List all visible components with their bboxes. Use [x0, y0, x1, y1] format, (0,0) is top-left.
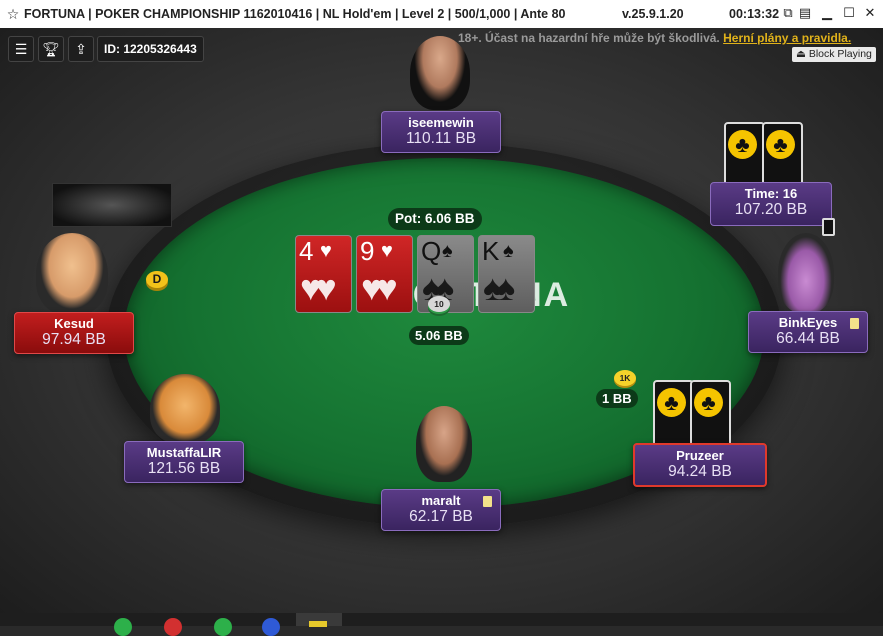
- maximize-icon[interactable]: ☐: [840, 4, 858, 22]
- empty-seat[interactable]: [52, 183, 172, 227]
- player-stack: 94.24 BB: [668, 463, 732, 480]
- action-icon[interactable]: [164, 618, 182, 636]
- card-rank: Q: [421, 236, 442, 266]
- card-suit-icon: ♠: [503, 240, 514, 262]
- pot-label: Pot: 6.06 BB: [388, 208, 482, 230]
- window-title-bar: ☆ FORTUNA | POKER CHAMPIONSHIP 116201041…: [0, 0, 883, 28]
- hole-card-back: ♣: [724, 122, 765, 189]
- player-plate-mustaffalir[interactable]: MustaffaLIR 121.56 BB: [124, 441, 244, 483]
- mobile-icon: [822, 218, 835, 236]
- player-stack: 121.56 BB: [147, 460, 221, 477]
- player-name: MustaffaLIR: [146, 445, 222, 460]
- avatar-mustaffalir: [150, 374, 220, 444]
- bet-chip-pruzeer: 1K: [614, 370, 636, 386]
- player-stack: 110.11 BB: [405, 130, 477, 147]
- board-card: K ♠ ♠♠: [478, 235, 535, 313]
- player-plate-maralt[interactable]: maralt 62.17 BB: [381, 489, 501, 531]
- version-label: v.25.9.1.20: [622, 7, 684, 21]
- card-suit-icon: ♠: [442, 240, 453, 262]
- menu-icon[interactable]: ☰: [8, 36, 34, 62]
- player-stack: 107.20 BB: [734, 201, 808, 218]
- card-suit-icon: ♥♥: [361, 267, 398, 308]
- restore-icon[interactable]: ⧉: [779, 4, 797, 22]
- player-plate-binkeyes[interactable]: BinkEyes 66.44 BB: [748, 311, 868, 353]
- gambling-notice: 18+. Účast na hazardní hře může být škod…: [458, 31, 851, 45]
- avatar-binkeyes: [778, 233, 834, 313]
- pot-chip: 10: [428, 296, 450, 312]
- player-name: Pruzeer: [676, 448, 724, 463]
- lobby-icon[interactable]: ⇪: [68, 36, 94, 62]
- player-plate-top-right[interactable]: Time: 16 107.20 BB: [710, 182, 832, 226]
- clock-label: 00:13:32: [729, 7, 780, 21]
- table-id: ID: 12205326443: [97, 36, 204, 62]
- player-plate-pruzeer[interactable]: Pruzeer 94.24 BB: [633, 443, 767, 487]
- card-rank: 4: [299, 236, 314, 266]
- card-suit-icon: ♥♥: [300, 267, 337, 308]
- board-card: 4 ♥ ♥♥: [295, 235, 352, 313]
- club-icon: ♣: [694, 388, 723, 417]
- club-icon: ♣: [728, 130, 757, 159]
- bet-amount-pruzeer: 1 BB: [596, 389, 638, 408]
- hole-card-back: ♣: [653, 380, 694, 447]
- avatar-kesud: [36, 233, 108, 315]
- poker-table-scene: FORTUNA ☰ 🏆︎ ⇪ ID: 12205326443 18+. Účas…: [0, 28, 883, 626]
- hole-card-back: ♣: [762, 122, 803, 189]
- block-playing-button[interactable]: ⏏ Block Playing: [792, 47, 876, 62]
- grid-icon[interactable]: ▤: [796, 4, 814, 22]
- card-suit-icon: ♥: [381, 240, 393, 262]
- rules-link[interactable]: Herní plány a pravidla.: [723, 31, 851, 45]
- block-playing-label: Block Playing: [808, 48, 872, 60]
- close-icon[interactable]: ✕: [861, 4, 879, 22]
- club-icon: ♣: [766, 130, 795, 159]
- minimize-icon[interactable]: ▁: [818, 4, 836, 22]
- bottom-bar: [0, 613, 883, 636]
- player-name: Kesud: [54, 316, 94, 331]
- center-bet-label: 5.06 BB: [409, 326, 469, 345]
- bottom-tab[interactable]: [296, 613, 342, 627]
- star-icon[interactable]: ☆: [2, 6, 24, 23]
- card-suit-icon: ♥: [320, 240, 332, 262]
- window-title: FORTUNA | POKER CHAMPIONSHIP 1162010416 …: [24, 7, 566, 21]
- club-icon: ♣: [657, 388, 686, 417]
- card-rank: K: [482, 236, 500, 266]
- player-stack: 97.94 BB: [42, 331, 106, 348]
- player-stack: 62.17 BB: [409, 508, 473, 525]
- player-name: iseemewin: [408, 115, 474, 130]
- hole-card-back: ♣: [690, 380, 731, 447]
- turn-timer: Time: 16: [744, 186, 798, 201]
- card-rank: 9: [360, 236, 375, 266]
- dealer-button: D: [146, 271, 168, 288]
- player-plate-iseemewin[interactable]: iseemewin 110.11 BB: [381, 111, 501, 153]
- avatar-iseemewin: [410, 36, 470, 110]
- note-icon[interactable]: [850, 318, 859, 329]
- avatar-maralt: [416, 406, 472, 482]
- notice-text: 18+. Účast na hazardní hře může být škod…: [458, 31, 720, 45]
- player-stack: 66.44 BB: [776, 330, 840, 347]
- board-card: 9 ♥ ♥♥: [356, 235, 413, 313]
- trophy-icon[interactable]: 🏆︎: [38, 36, 64, 62]
- action-icon[interactable]: [262, 618, 280, 636]
- card-suit-icon: ♠♠: [483, 267, 515, 308]
- note-icon[interactable]: [483, 496, 492, 507]
- player-plate-kesud[interactable]: Kesud 97.94 BB: [14, 312, 134, 354]
- action-icon[interactable]: [114, 618, 132, 636]
- action-icon[interactable]: [214, 618, 232, 636]
